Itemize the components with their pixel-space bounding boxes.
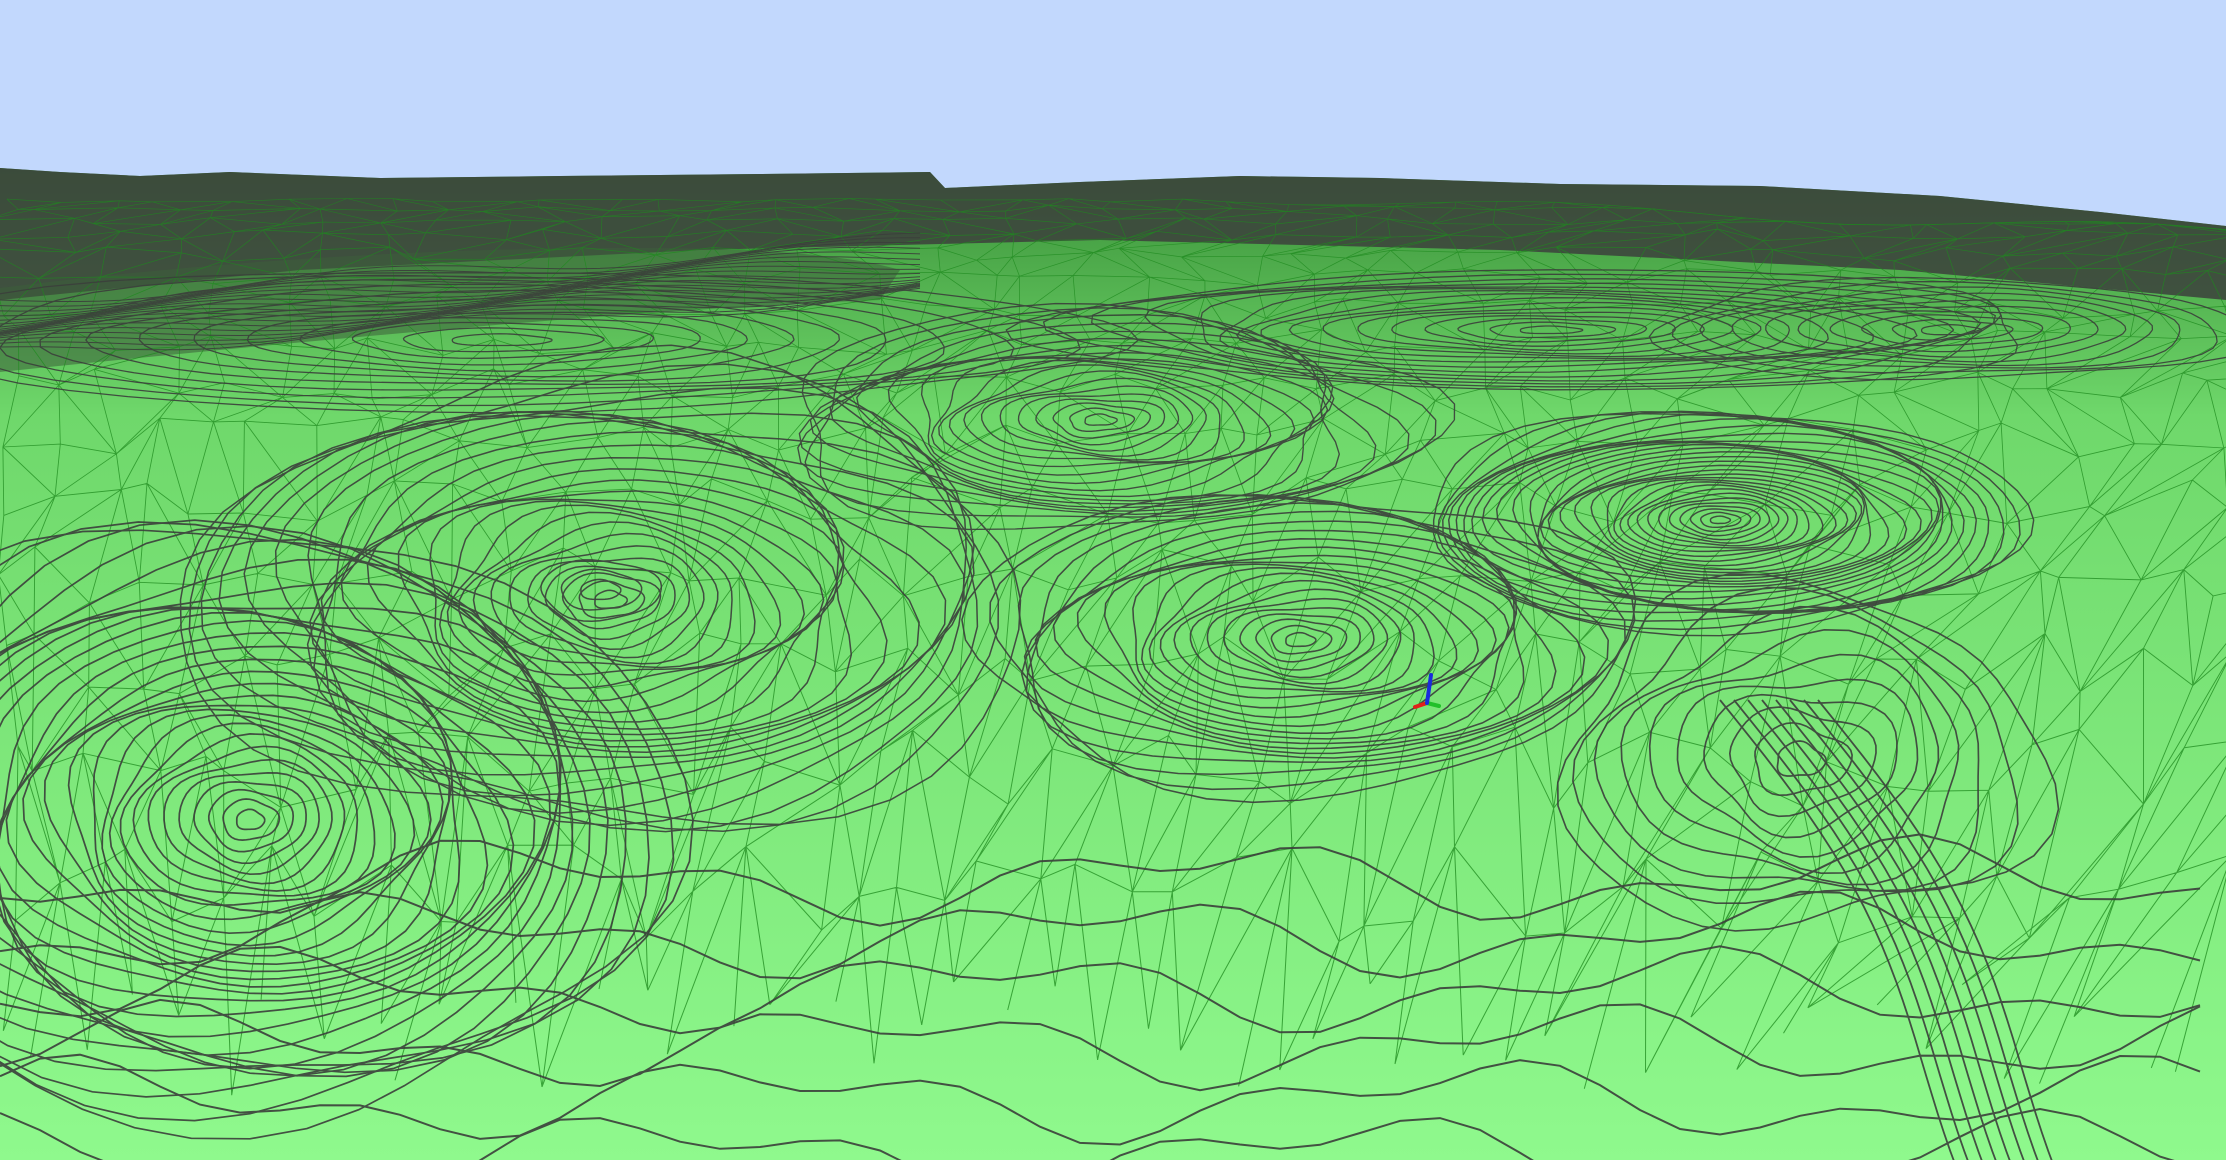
terrain-scene[interactable]	[0, 0, 2226, 1160]
3d-terrain-viewport[interactable]	[0, 0, 2226, 1160]
